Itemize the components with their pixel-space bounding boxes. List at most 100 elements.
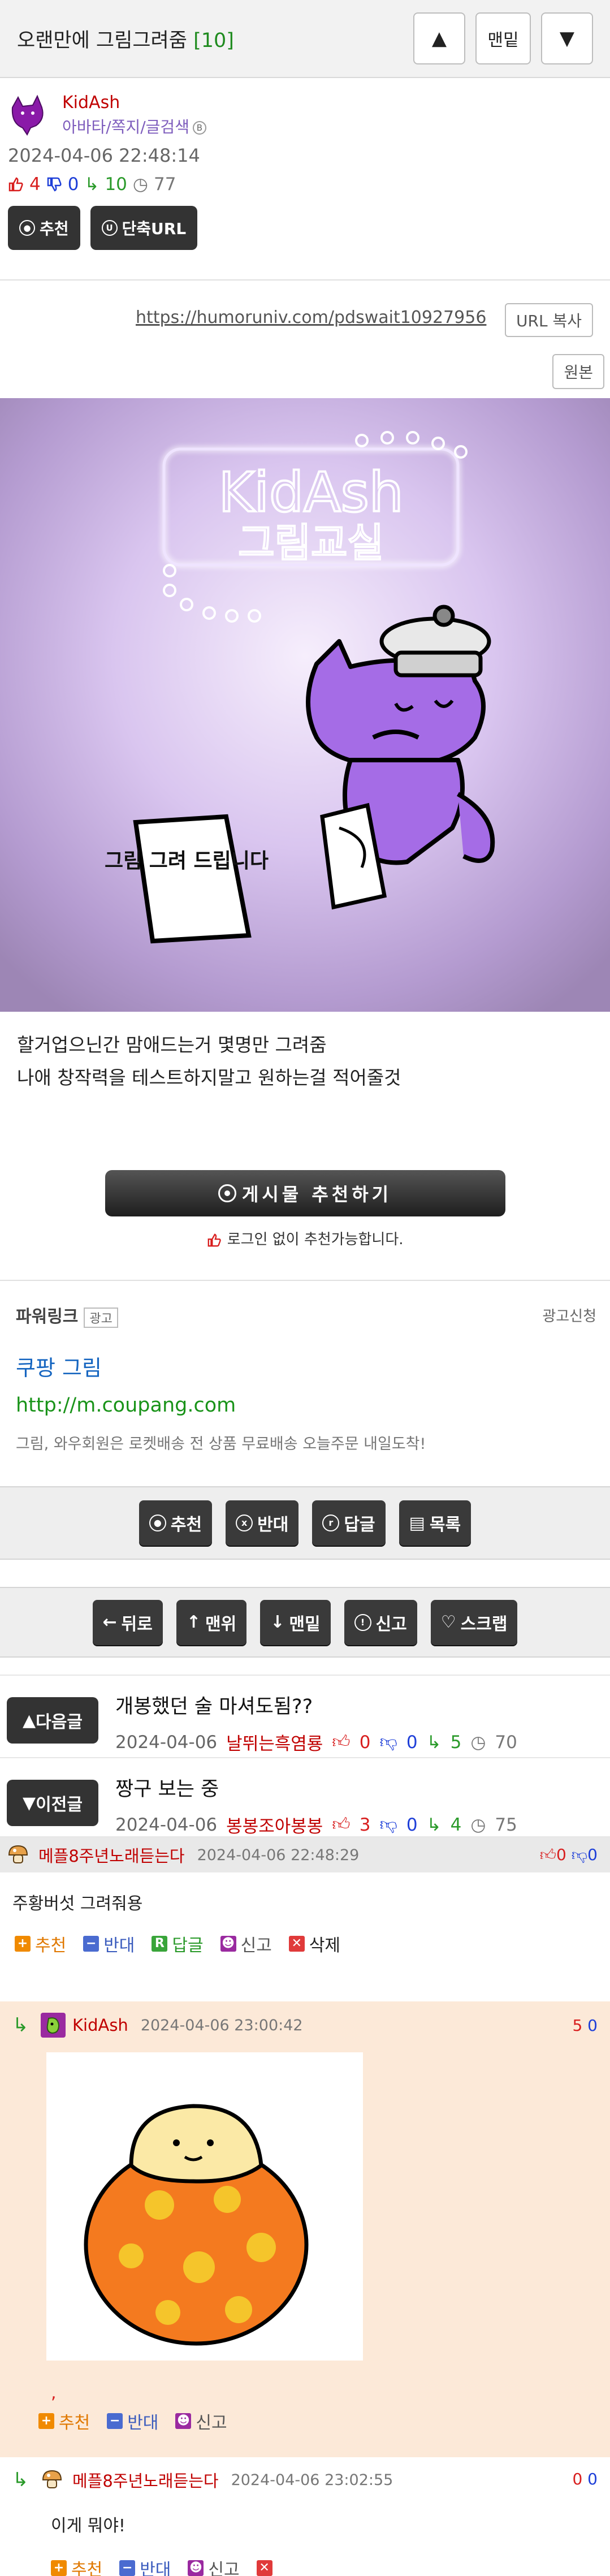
reply-action-button[interactable]: r 답글	[312, 1500, 386, 1546]
arrow-up-icon: ↑	[186, 1612, 201, 1632]
scroll-down-button[interactable]: ▼	[541, 12, 593, 64]
comment-recommend-label: 추천	[59, 2413, 90, 2433]
reply-arrow-icon: ↳	[426, 1732, 442, 1753]
recommend-button[interactable]: ● 추천	[8, 206, 80, 250]
prev-post[interactable]: ▼ 이전글 짱구 보는 중 2024-04-06 봉봉조아봉봉 👍︎ 3 👎︎ 0 ↳…	[0, 1758, 610, 1837]
comment-nick[interactable]: KidAsh	[72, 2016, 128, 2035]
post-recommend-label: 게시물 추천하기	[241, 1184, 392, 1205]
prev-post-views: 75	[495, 1814, 517, 1835]
oppose-action-label: 반대	[257, 1515, 289, 1535]
comment-image[interactable]	[46, 2052, 363, 2361]
bottom-button[interactable]: ↓ 맨밑	[260, 1599, 331, 1645]
scroll-up-button[interactable]: ▲	[413, 12, 465, 64]
oppose-action-button[interactable]: x 반대	[226, 1500, 299, 1546]
ad-apply-link[interactable]: 광고신청	[542, 1305, 596, 1326]
delete-x-icon: ✕	[288, 1936, 305, 1952]
comment-reply-button[interactable]: R 답글	[152, 1931, 204, 1956]
thumb-down-icon: 👎︎	[379, 1732, 397, 1752]
thumb-up-icon	[8, 177, 23, 192]
comment-date: 2024-04-06 22:48:29	[197, 1846, 360, 1864]
comment-header: ↳ KidAsh 2024-04-06 23:00:42 5 0	[0, 2001, 610, 2038]
post-stats: 4 0 ↳ 10 ◷ 77	[8, 174, 602, 195]
next-post[interactable]: ▲ 다음글 개봉했던 술 마셔도됨?? 2024-04-06 날뛰는흑염룡 👍︎ 0…	[0, 1676, 610, 1758]
sign-text: 그림 그려 드립니다	[105, 849, 269, 873]
recommend-circle-icon	[218, 1184, 236, 1202]
ad-title-link[interactable]: 쿠팡 그림	[16, 1350, 594, 1382]
report-face-icon: ☻	[188, 2560, 204, 2576]
post-recommend-button[interactable]: 게시물 추천하기	[105, 1170, 505, 1216]
author-nick[interactable]: KidAsh	[62, 93, 206, 113]
commenter-avatar-icon[interactable]	[41, 2013, 66, 2038]
comment-up: 5	[572, 2016, 583, 2035]
commenter-avatar-icon[interactable]	[41, 2467, 66, 2492]
next-post-date: 2024-04-06	[115, 1732, 218, 1753]
arrow-left-icon: ←	[102, 1612, 117, 1632]
post-body: 할거업으닌간 맘애드는거 몇명만 그려줌 나애 창작력을 테스트하지말고 원하는…	[0, 1012, 610, 1170]
original-image-button[interactable]: 원본	[552, 354, 604, 389]
scrap-button[interactable]: ♡ 스크랩	[430, 1599, 518, 1645]
go-bottom-button[interactable]: 맨밑	[475, 12, 531, 64]
prev-post-button[interactable]: ▼ 이전글	[7, 1780, 98, 1826]
prev-post-label: 이전글	[36, 1795, 83, 1815]
top-button[interactable]: ↑ 맨위	[176, 1599, 247, 1645]
next-post-replies: 5	[450, 1732, 462, 1753]
comment-recommend-button[interactable]: + 추천	[38, 2409, 90, 2433]
comment-oppose-button[interactable]: − 반대	[119, 2556, 171, 2576]
comment-oppose-button[interactable]: − 반대	[107, 2409, 158, 2433]
prev-post-up: 3	[359, 1814, 371, 1835]
level-badge-icon: B	[192, 121, 206, 135]
post-image[interactable]: KidAsh 그림교실 그림 그려 드립니다	[0, 398, 610, 1012]
comment-report-label: 신고	[240, 1936, 272, 1956]
thumb-down-icon	[47, 177, 62, 192]
prev-post-down: 0	[406, 1814, 418, 1835]
short-url-button-label: 단축URL	[122, 219, 187, 238]
comment-delete-button[interactable]: ✕ 삭제	[288, 1931, 340, 1956]
comment-report-label: 신고	[196, 2413, 227, 2433]
author-avatar-icon[interactable]	[8, 90, 53, 141]
next-post-button[interactable]: ▲ 다음글	[7, 1697, 98, 1744]
comment-up: 0	[556, 1845, 566, 1864]
comment-votes: 0 0	[572, 2470, 598, 2488]
comment-report-button[interactable]: ☻ 신고	[175, 2409, 227, 2433]
back-button[interactable]: ← 뒤로	[92, 1599, 163, 1645]
next-post-title[interactable]: 개봉했던 술 마셔도됨??	[115, 1690, 517, 1719]
next-post-nick: 날뛰는흑염룡	[226, 1734, 323, 1754]
thumb-up-icon: 👍︎	[539, 1845, 557, 1864]
url-copy-button[interactable]: URL 복사	[505, 303, 593, 337]
thumb-up-icon	[208, 1233, 222, 1246]
thumb-up-icon: 👍︎	[332, 1732, 351, 1752]
view-icon: ◷	[470, 1732, 486, 1753]
page: 오랜만에 그림그려줌 [10] ▲ 맨밑 ▼ KidAsh 아바타/쪽지/글검색…	[0, 0, 610, 2576]
prev-post-meta: 2024-04-06 봉봉조아봉봉 👍︎ 3 👎︎ 0 ↳ 4 ◷ 75	[115, 1812, 517, 1837]
comment-report-button[interactable]: ☻ 신고	[188, 2556, 240, 2576]
commenter-avatar-icon[interactable]	[7, 1843, 32, 1867]
comment-nick[interactable]: 메플8주년노래듣는다	[38, 1843, 185, 1867]
page-title: 오랜만에 그림그려줌 [10]	[17, 24, 403, 53]
comment-delete-button[interactable]: ✕	[256, 2560, 272, 2576]
comment-actions: + 추천 − 반대 ☻ 신고	[38, 2409, 227, 2433]
view-count: 77	[153, 174, 176, 195]
short-url-button[interactable]: U 단축URL	[90, 206, 198, 250]
comment-oppose-button[interactable]: − 반대	[83, 1931, 135, 1956]
list-action-button[interactable]: ▤ 목록	[399, 1500, 471, 1546]
neon-logo-line2: 그림교실	[238, 520, 384, 566]
prev-post-title[interactable]: 짱구 보는 중	[115, 1773, 517, 1802]
short-url-icon: U	[101, 220, 118, 236]
comment-recommend-button[interactable]: + 추천	[51, 2556, 102, 2576]
recommend-action-button[interactable]: ● 추천	[139, 1500, 213, 1546]
reply-arrow-icon: ↳	[426, 1814, 442, 1835]
report-button[interactable]: ! 신고	[344, 1599, 417, 1645]
ad-badge: 광고	[84, 1307, 118, 1328]
comment-actions: + 추천 − 반대 R 답글 ☻ 신고 ✕ 삭제	[0, 1914, 610, 1956]
prev-post-nick: 봉봉조아봉봉	[226, 1816, 323, 1837]
ad-url-link[interactable]: http://m.coupang.com	[16, 1394, 594, 1417]
list-icon: ▤	[409, 1513, 425, 1533]
post-url-link[interactable]: https://humoruniv.com/pdswait10927956	[136, 308, 486, 327]
reply-action-label: 답글	[344, 1515, 375, 1535]
comment-report-button[interactable]: ☻ 신고	[220, 1931, 272, 1956]
top-button-label: 맨위	[205, 1614, 237, 1634]
comment-nick[interactable]: 메플8주년노래듣는다	[72, 2468, 219, 2492]
author-links[interactable]: 아바타/쪽지/글검색 B	[62, 115, 206, 137]
comment-recommend-button[interactable]: + 추천	[15, 1931, 66, 1956]
comment-down: 0	[587, 1845, 598, 1864]
